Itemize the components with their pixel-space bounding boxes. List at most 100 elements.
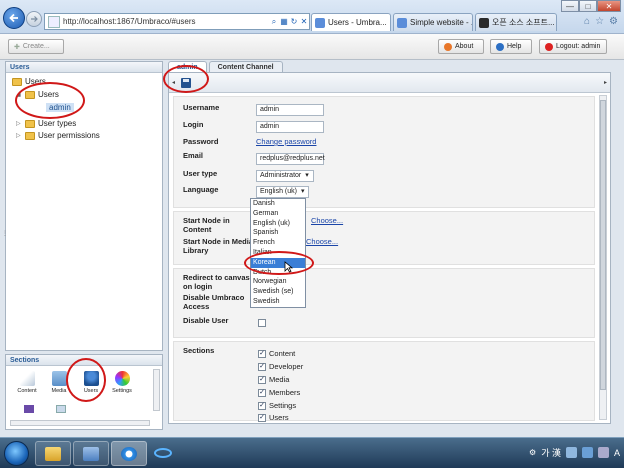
choose-content-link[interactable]: Choose...	[311, 216, 343, 225]
sections-hscrollbar[interactable]	[10, 420, 150, 426]
section-checkbox-settings[interactable]: ✓ Settings	[258, 401, 296, 410]
editor-scrollbar-thumb[interactable]	[600, 100, 606, 390]
help-button[interactable]: Help	[490, 39, 532, 54]
dropdown-arrow-icon: ▾	[305, 172, 309, 179]
tree-label: User types	[38, 119, 77, 128]
change-password-link[interactable]: Change password	[256, 137, 316, 146]
url-text[interactable]: http://localhost:1867/Umbraco/#users	[63, 17, 269, 26]
taskbar-vs-icon[interactable]	[154, 448, 172, 458]
language-option-norwegian[interactable]: Norwegian	[251, 277, 305, 287]
home-icon[interactable]: ⌂	[584, 16, 590, 27]
logout-icon	[545, 42, 553, 51]
redirect-label: Redirect to canvas on login	[183, 273, 250, 291]
collapse-triangle-icon[interactable]: ▷	[16, 120, 22, 127]
email-input[interactable]: redplus@redplus.net	[256, 153, 325, 165]
section-checkbox-media[interactable]: ✓ Media	[258, 375, 289, 384]
annotation-circle	[66, 358, 106, 402]
start-node-content-label: Start Node in Content	[183, 216, 230, 234]
close-window-button[interactable]: ✕	[597, 0, 621, 12]
tab-korean-site[interactable]: 오픈 소스 소프트... ×	[475, 13, 557, 31]
search-icon[interactable]: ⌕	[269, 17, 279, 27]
forward-button[interactable]	[26, 11, 42, 27]
editor-toolbar: ◂ ▸	[169, 73, 610, 93]
about-label: About	[455, 43, 474, 50]
maximize-button[interactable]: □	[579, 0, 597, 12]
sections-scrollbar[interactable]	[153, 369, 160, 411]
dropdown-arrow-icon: ▾	[300, 188, 305, 195]
folder-icon	[45, 446, 61, 461]
user-type-select[interactable]: Administrator ▾	[256, 170, 314, 182]
address-bar[interactable]: http://localhost:1867/Umbraco/#users ⌕ ▦…	[44, 13, 310, 30]
scroll-right-icon[interactable]: ▸	[604, 79, 607, 86]
tab-close-icon[interactable]: ×	[387, 18, 391, 27]
start-button[interactable]	[4, 441, 29, 466]
checkbox-label: Content	[269, 349, 296, 358]
ie-icon	[121, 446, 137, 461]
start-node-media-label: Start Node in Media Library	[183, 237, 254, 255]
language-option-german[interactable]: German	[251, 209, 305, 219]
checkbox-label: Users	[269, 413, 289, 422]
browser-icons: ⌂ ☆ ⚙	[584, 16, 618, 27]
system-tray: ⚙ 가 漢 A	[529, 446, 620, 459]
tools-gear-icon[interactable]: ⚙	[609, 16, 618, 27]
section-label: Settings	[112, 388, 132, 394]
collapse-triangle-icon[interactable]: ▷	[16, 132, 22, 139]
language-option-french[interactable]: French	[251, 238, 305, 248]
disable-user-checkbox[interactable]	[258, 319, 266, 327]
section-checkbox-developer[interactable]: ✓ Developer	[258, 362, 303, 371]
editor-scrollbar[interactable]	[599, 95, 607, 420]
about-icon	[444, 42, 452, 51]
choose-media-link[interactable]: Choose...	[306, 237, 338, 246]
checkbox-checked-icon[interactable]: ✓	[258, 362, 266, 371]
language-option-english-uk[interactable]: English (uk)	[251, 219, 305, 229]
splitter-handle[interactable]: ⋮	[2, 230, 8, 237]
username-input[interactable]: admin	[256, 104, 324, 116]
language-option-spanish[interactable]: Spanish	[251, 228, 305, 238]
back-button[interactable]	[3, 7, 25, 29]
language-option-danish[interactable]: Danish	[251, 199, 305, 209]
ime-text[interactable]: 가 漢	[541, 446, 561, 459]
section-checkbox-users[interactable]: ✓ Users	[258, 413, 289, 422]
section-checkbox-content[interactable]: ✓ Content	[258, 349, 295, 358]
section-settings[interactable]: Settings	[107, 371, 137, 394]
developer-icon[interactable]	[24, 405, 34, 413]
language-bar-icon[interactable]: ⚙	[529, 448, 536, 457]
login-label: Login	[183, 120, 204, 129]
checkbox-checked-icon[interactable]: ✓	[258, 413, 266, 422]
create-button[interactable]: ✚ Create...	[8, 39, 64, 54]
section-content[interactable]: Content	[12, 371, 42, 394]
members-icon[interactable]	[56, 405, 66, 413]
ime-mode[interactable]: A	[614, 448, 620, 458]
logout-button[interactable]: Logout: admin	[539, 39, 607, 54]
tab-close-icon[interactable]: ×	[555, 18, 556, 27]
favorites-star-icon[interactable]: ☆	[595, 16, 604, 27]
taskbar-explorer[interactable]	[35, 441, 71, 466]
refresh-icon[interactable]: ↻	[289, 17, 299, 26]
login-input[interactable]: admin	[256, 121, 324, 133]
tab-users-umbraco[interactable]: Users - Umbra... ×	[311, 13, 391, 31]
tree-node-user-permissions[interactable]: ▷ User permissions	[16, 131, 100, 140]
forward-arrow-icon	[31, 16, 38, 22]
tab-label: Users - Umbra...	[328, 18, 387, 27]
checkbox-checked-icon[interactable]: ✓	[258, 349, 266, 358]
tray-volume-icon[interactable]	[597, 447, 609, 458]
about-button[interactable]: About	[438, 39, 484, 54]
section-checkbox-members[interactable]: ✓ Members	[258, 388, 300, 397]
tray-app-icon[interactable]	[565, 447, 577, 458]
tab-simple-website[interactable]: Simple website - ... ×	[393, 13, 473, 31]
disable-access-label: Disable Umbraco Access	[183, 293, 245, 311]
stop-icon[interactable]: ✕	[299, 17, 309, 26]
tree-node-user-types[interactable]: ▷ User types	[16, 119, 76, 128]
taskbar-app[interactable]	[73, 441, 109, 466]
tray-network-icon[interactable]	[581, 447, 593, 458]
checkbox-label: Media	[269, 375, 290, 384]
language-option-swedish-se[interactable]: Swedish (se)	[251, 287, 305, 297]
checkbox-checked-icon[interactable]: ✓	[258, 388, 266, 397]
language-option-swedish[interactable]: Swedish	[251, 297, 305, 307]
checkbox-checked-icon[interactable]: ✓	[258, 401, 266, 410]
taskbar-internet-explorer[interactable]	[111, 441, 147, 466]
checkbox-checked-icon[interactable]: ✓	[258, 375, 266, 384]
language-select[interactable]: English (uk) ▾	[256, 186, 309, 198]
compat-view-icon[interactable]: ▦	[279, 17, 289, 26]
minimize-button[interactable]: —	[561, 0, 579, 12]
